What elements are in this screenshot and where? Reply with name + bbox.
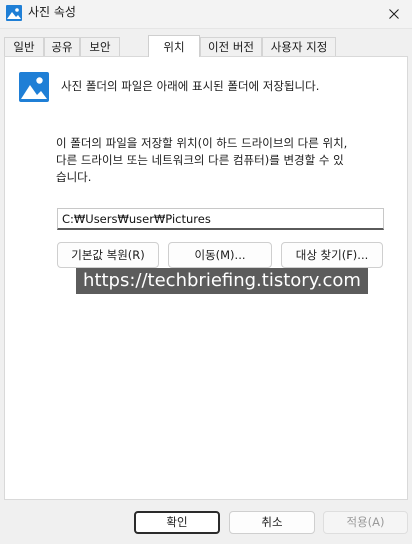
tab-sharing[interactable]: 공유 [44, 37, 80, 56]
window-title: 사진 속성 [28, 5, 76, 19]
location-info-text: 사진 폴더의 파일은 아래에 표시된 폴더에 저장됩니다. [61, 79, 320, 93]
close-button[interactable] [376, 0, 412, 28]
description-line: 습니다. [56, 170, 92, 184]
location-description: 이 폴더의 파일을 저장할 위치(이 하드 드라이브의 다른 위치, 다른 드라… [56, 135, 396, 186]
tab-strip: 일반 공유 보안 위치 이전 버전 사용자 지정 [4, 35, 408, 57]
cancel-button[interactable]: 취소 [229, 511, 315, 534]
tab-general[interactable]: 일반 [4, 37, 44, 56]
apply-button[interactable]: 적용(A) [323, 511, 408, 534]
photo-icon [6, 5, 22, 21]
watermark-banner: https://techbriefing.tistory.com [76, 268, 368, 294]
tab-customize[interactable]: 사용자 지정 [262, 37, 336, 56]
tab-security[interactable]: 보안 [80, 37, 120, 56]
description-line: 다른 드라이브 또는 네트워크의 다른 컴퓨터)를 변경할 수 있 [56, 153, 344, 167]
tab-previous-versions[interactable]: 이전 버전 [200, 37, 262, 56]
ok-button[interactable]: 확인 [134, 511, 220, 534]
description-line: 이 폴더의 파일을 저장할 위치(이 하드 드라이브의 다른 위치, [56, 136, 348, 150]
find-target-button[interactable]: 대상 찾기(F)... [281, 242, 383, 268]
close-icon [389, 9, 399, 19]
title-bar: 사진 속성 [0, 0, 412, 29]
tab-location[interactable]: 위치 [148, 35, 200, 57]
restore-default-button[interactable]: 기본값 복원(R) [57, 242, 159, 268]
move-button[interactable]: 이동(M)... [168, 242, 272, 268]
photo-icon [19, 72, 49, 102]
folder-path-input[interactable] [57, 208, 384, 230]
